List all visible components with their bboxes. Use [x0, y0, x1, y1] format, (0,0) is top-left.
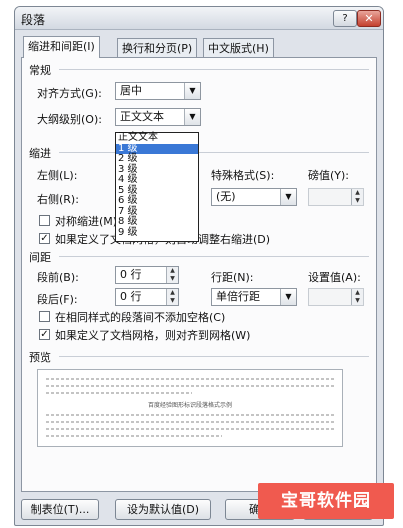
alignment-label: 对齐方式(G): — [37, 87, 102, 100]
preview-divider — [59, 356, 369, 357]
dropdown-option[interactable]: 8 级 — [116, 216, 198, 228]
preview-line — [46, 414, 334, 416]
line-spacing-value: 单倍行距 — [216, 290, 260, 303]
special-format-select[interactable]: (无) ▼ — [211, 188, 297, 206]
dropdown-option[interactable]: 6 级 — [116, 195, 198, 207]
indent-divider — [59, 152, 369, 153]
tab-indents-spacing[interactable]: 缩进和间距(I) — [23, 36, 100, 58]
space-before-input[interactable]: 0 行 ▲ ▼ — [115, 266, 179, 284]
preview-heading: 预览 — [29, 351, 51, 364]
preview-line — [46, 385, 334, 387]
preview-box: 百度经验图形标识段落格式示例 — [37, 369, 343, 447]
outline-level-value: 正文文本 — [120, 110, 164, 123]
chevron-down-icon[interactable]: ▼ — [280, 189, 296, 205]
no-space-checkbox[interactable] — [39, 311, 50, 322]
preview-line — [46, 421, 334, 423]
no-space-label: 在相同样式的段落间不添加空格(C) — [55, 311, 226, 324]
dropdown-option[interactable]: 4 级 — [116, 174, 198, 186]
line-spacing-select[interactable]: 单倍行距 ▼ — [211, 288, 297, 306]
alignment-select[interactable]: 居中 ▼ — [115, 82, 201, 100]
indent-heading: 缩进 — [29, 147, 51, 160]
space-after-label: 段后(F): — [37, 293, 78, 306]
spacing-heading: 间距 — [29, 251, 51, 264]
tab-asian-typography[interactable]: 中文版式(H) — [203, 38, 274, 57]
snap-grid-label: 如果定义了文档网格，则对齐到网格(W) — [55, 329, 251, 342]
close-button[interactable]: ✕ — [357, 10, 381, 27]
preview-sample-text: 百度经验图形标识段落格式示例 — [147, 402, 232, 409]
tab-line-page-breaks[interactable]: 换行和分页(P) — [117, 38, 198, 57]
dropdown-option[interactable]: 正文文本 — [116, 132, 198, 144]
right-indent-label: 右侧(R): — [37, 193, 79, 206]
dropdown-option[interactable]: 2 级 — [116, 153, 198, 165]
spinner-icon[interactable]: ▲ ▼ — [351, 289, 363, 305]
paragraph-dialog: 段落 ? ✕ 缩进和间距(I) 换行和分页(P) 中文版式(H) 常规 对齐方式… — [14, 6, 384, 526]
spinner-icon[interactable]: ▲ ▼ — [166, 289, 178, 305]
spacing-at-label: 设置值(A): — [308, 271, 361, 284]
title-bar[interactable]: 段落 ? ✕ — [15, 7, 383, 30]
preview-line — [46, 428, 334, 430]
mirror-indent-label: 对称缩进(M) — [55, 215, 118, 228]
chevron-down-icon[interactable]: ▼ — [280, 289, 296, 305]
spinner-icon[interactable]: ▲ ▼ — [351, 189, 363, 205]
preview-line — [46, 435, 222, 437]
special-format-value: (无) — [216, 190, 236, 203]
tabs-button[interactable]: 制表位(T)... — [21, 499, 99, 520]
watermark-logo: 宝哥软件园 — [258, 483, 394, 519]
set-default-button[interactable]: 设为默认值(D) — [115, 499, 211, 520]
auto-adjust-checkbox[interactable]: ✓ — [39, 233, 50, 244]
indent-by-input[interactable]: ▲ ▼ — [308, 188, 364, 206]
spacing-at-input[interactable]: ▲ ▼ — [308, 288, 364, 306]
left-indent-label: 左侧(L): — [37, 169, 78, 182]
dialog-title: 段落 — [21, 13, 46, 27]
line-spacing-label: 行距(N): — [211, 271, 254, 284]
indent-by-label: 磅值(Y): — [308, 169, 350, 182]
space-before-value: 0 行 — [120, 268, 142, 281]
preview-line — [46, 392, 192, 394]
space-before-label: 段前(B): — [37, 271, 79, 284]
chevron-down-icon[interactable]: ▼ — [184, 109, 200, 125]
preview-line — [46, 378, 334, 380]
alignment-value: 居中 — [120, 84, 142, 97]
outline-level-label: 大纲级别(O): — [37, 113, 102, 126]
mirror-indent-checkbox[interactable] — [39, 215, 50, 226]
general-divider — [59, 69, 369, 70]
outline-level-select[interactable]: 正文文本 ▼ — [115, 108, 201, 126]
spacing-divider — [59, 256, 369, 257]
outline-level-dropdown[interactable]: 正文文本 1 级 2 级 3 级 4 级 5 级 6 级 7 级 8 级 9 级 — [115, 132, 199, 242]
snap-grid-checkbox[interactable]: ✓ — [39, 329, 50, 340]
special-format-label: 特殊格式(S): — [211, 169, 275, 182]
help-button[interactable]: ? — [333, 10, 357, 27]
spinner-icon[interactable]: ▲ ▼ — [166, 267, 178, 283]
dropdown-option[interactable]: 9 级 — [116, 227, 198, 239]
general-heading: 常规 — [29, 64, 51, 77]
space-after-value: 0 行 — [120, 290, 142, 303]
space-after-input[interactable]: 0 行 ▲ ▼ — [115, 288, 179, 306]
chevron-down-icon[interactable]: ▼ — [184, 83, 200, 99]
